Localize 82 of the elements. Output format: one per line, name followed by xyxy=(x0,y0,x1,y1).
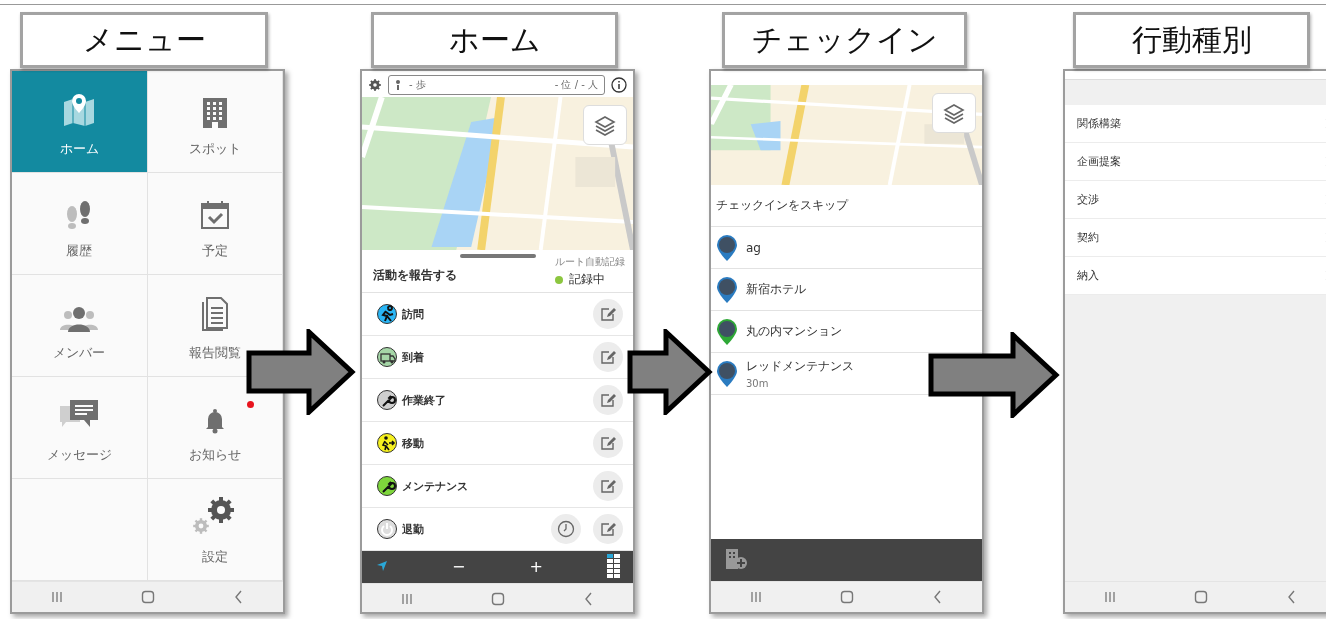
wrench-icon xyxy=(376,389,398,411)
rank-text: - 位 / - 人 xyxy=(554,78,598,92)
back-icon xyxy=(583,592,594,606)
settings-icon xyxy=(368,78,382,92)
truck-icon xyxy=(376,346,398,368)
layers-button[interactable] xyxy=(583,105,627,145)
screen-title: 行動種別 xyxy=(1073,12,1310,68)
edit-button[interactable] xyxy=(593,514,623,544)
category-item[interactable]: 納入 xyxy=(1065,257,1326,295)
edit-icon xyxy=(599,520,617,538)
route-label: ルート自動記録 xyxy=(555,255,625,269)
people-icon xyxy=(59,306,100,332)
category-item[interactable]: 関係構築 xyxy=(1065,105,1326,143)
edit-icon xyxy=(599,305,617,323)
menu-tile[interactable]: ホーム xyxy=(12,71,148,173)
location-arrow-icon xyxy=(376,560,388,572)
activity-label: 作業終了 xyxy=(402,392,446,408)
recent-apps-icon xyxy=(1104,591,1117,603)
spot-name[interactable]: 丸の内マンション xyxy=(746,323,842,340)
recent-apps-icon xyxy=(750,591,763,603)
step-count: - 歩 xyxy=(409,78,426,92)
activity-label: 到着 xyxy=(402,349,424,365)
category-item[interactable]: 契約 xyxy=(1065,219,1326,257)
home-icon xyxy=(1194,590,1209,604)
category-item[interactable]: 交渉 xyxy=(1065,181,1326,219)
spot-distance: 30m xyxy=(746,378,770,389)
wrench-icon xyxy=(376,475,398,497)
route-status: 記録中 xyxy=(569,271,605,288)
category-item[interactable]: 企画提案 xyxy=(1065,143,1326,181)
menu-tile[interactable]: メッセージ xyxy=(12,377,148,479)
edit-button[interactable] xyxy=(593,428,623,458)
activity-label: メンテナンス xyxy=(402,478,468,494)
spot-name[interactable]: 新宿ホテル xyxy=(746,281,806,298)
home-icon xyxy=(491,592,506,606)
home-icon xyxy=(840,590,855,604)
home-icon xyxy=(141,590,156,604)
menu-tile[interactable]: 報告閲覧 xyxy=(147,275,283,377)
stats-field[interactable]: - 歩 - 位 / - 人 xyxy=(388,75,605,95)
edit-button[interactable] xyxy=(593,342,623,372)
menu-tile[interactable]: 設定 xyxy=(147,479,283,581)
recent-apps-icon xyxy=(401,593,414,605)
clock-button[interactable] xyxy=(551,514,581,544)
back-icon xyxy=(233,590,244,604)
building-plus-icon xyxy=(725,547,749,570)
panel-title: 活動を報告する xyxy=(373,267,457,284)
runner-icon xyxy=(376,303,398,325)
edit-icon xyxy=(599,348,617,366)
zoom-in-button[interactable]: + xyxy=(525,559,547,575)
edit-icon xyxy=(599,477,617,495)
edit-button[interactable] xyxy=(593,471,623,501)
activity-label: 訪問 xyxy=(402,306,424,322)
activity-label: 移動 xyxy=(402,435,424,451)
menu-tile[interactable]: 予定 xyxy=(147,173,283,275)
menu-tile[interactable]: メンバー xyxy=(12,275,148,377)
screen-title: チェックイン xyxy=(722,12,967,68)
info-icon xyxy=(611,77,627,93)
clock-icon xyxy=(557,520,575,538)
zoom-out-button[interactable]: − xyxy=(448,559,470,575)
edit-icon xyxy=(599,391,617,409)
edit-button[interactable] xyxy=(593,385,623,415)
document-icon xyxy=(199,296,230,332)
layers-icon xyxy=(943,102,965,124)
power-icon xyxy=(376,518,398,540)
spot-name[interactable]: レッドメンテナンス xyxy=(746,358,854,375)
menu-tile[interactable]: 履歴 xyxy=(12,173,148,275)
skip-checkin-item[interactable]: チェックインをスキップ xyxy=(711,185,982,227)
drag-handle[interactable] xyxy=(459,254,536,258)
recent-apps-icon xyxy=(51,591,64,603)
screen-title: ホーム xyxy=(371,12,618,68)
back-icon xyxy=(932,590,943,604)
menu-tile[interactable]: スポット xyxy=(147,71,283,173)
layers-button[interactable] xyxy=(932,93,976,133)
layers-icon xyxy=(594,114,616,136)
calendar-icon xyxy=(199,200,230,230)
screen-title: メニュー xyxy=(20,12,268,68)
edit-icon xyxy=(599,434,617,452)
building-icon xyxy=(200,96,229,128)
edit-button[interactable] xyxy=(593,299,623,329)
spot-name[interactable]: ag xyxy=(746,240,761,255)
back-icon xyxy=(1286,590,1297,604)
grid-icon xyxy=(607,553,621,578)
activity-label: 退勤 xyxy=(402,521,424,537)
